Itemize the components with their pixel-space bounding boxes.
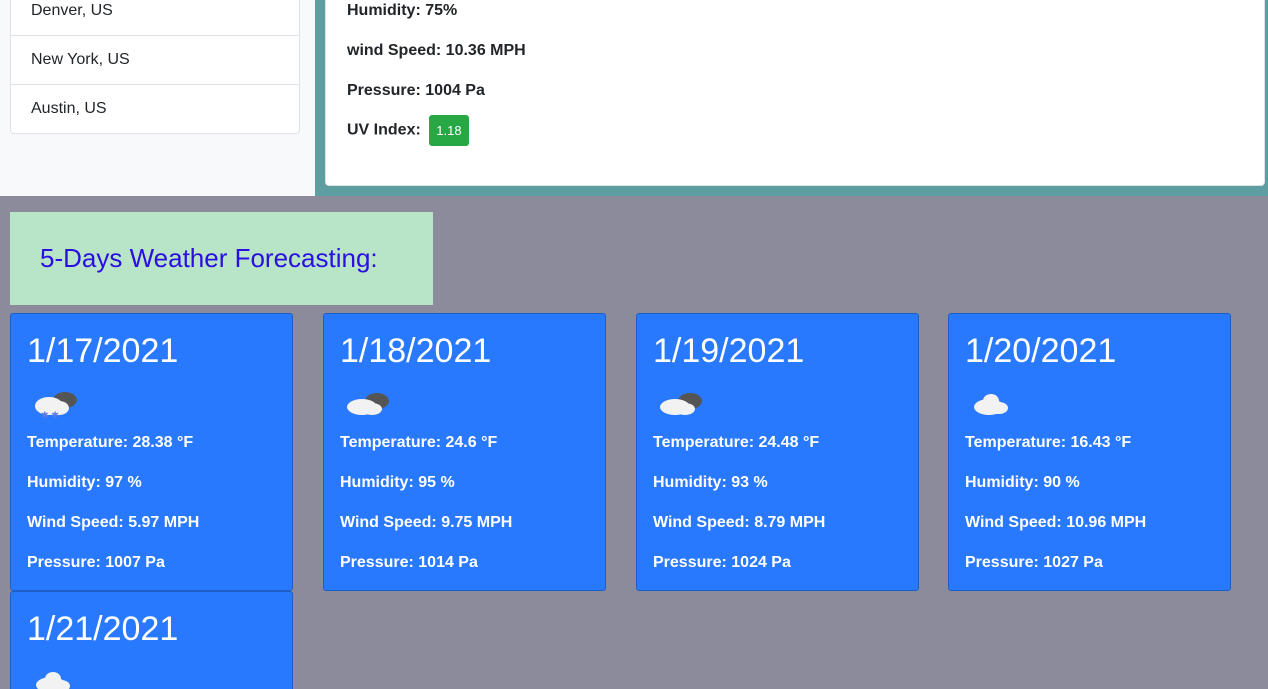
forecast-card: 1/20/2021 Temperature: 16.43 °F Humidity… [948,313,1231,591]
history-item-denver[interactable]: Denver, US [11,0,299,35]
current-weather-section: Humidity: 75% wind Speed: 10.36 MPH Pres… [315,0,1268,196]
cloud-icon [974,394,1008,415]
forecast-wind-speed: Wind Speed: 5.97 MPH [27,514,200,531]
cloud-icon [36,672,70,689]
forecast-heading-box: 5-Days Weather Forecasting: [10,212,433,305]
forecast-card: 1/17/2021 ✱ ✱ Temperature: 28.38 °F Humi… [10,313,293,591]
current-pressure: Pressure: 1004 Pa [347,82,485,99]
uv-index-badge: 1.18 [429,115,469,146]
forecast-date: 1/20/2021 [965,332,1117,370]
forecast-pressure: Pressure: 1027 Pa [965,554,1103,571]
forecast-pressure: Pressure: 1007 Pa [27,554,165,571]
history-item-new-york[interactable]: New York, US [11,35,299,84]
forecast-date: 1/19/2021 [653,332,805,370]
forecast-card: 1/21/2021 [10,591,293,689]
forecast-humidity: Humidity: 90 % [965,474,1080,491]
forecast-temperature: Temperature: 28.38 °F [27,434,194,451]
current-uv-row: UV Index: 1.18 [347,115,469,146]
current-weather-card: Humidity: 75% wind Speed: 10.36 MPH Pres… [325,0,1265,186]
history-item-austin[interactable]: Austin, US [11,84,299,133]
forecast-date: 1/21/2021 [27,610,179,648]
forecast-wind-speed: Wind Speed: 9.75 MPH [340,514,513,531]
current-wind-speed: wind Speed: 10.36 MPH [347,42,526,59]
forecast-humidity: Humidity: 97 % [27,474,142,491]
forecast-temperature: Temperature: 24.48 °F [653,434,820,451]
forecast-wind-speed: Wind Speed: 10.96 MPH [965,514,1147,531]
forecast-humidity: Humidity: 93 % [653,474,768,491]
uv-index-label: UV Index: [347,121,421,139]
broken-clouds-icon [347,393,389,415]
forecast-heading: 5-Days Weather Forecasting: [40,243,378,273]
svg-text:✱ ✱: ✱ ✱ [41,411,59,421]
forecast-wind-speed: Wind Speed: 8.79 MPH [653,514,826,531]
forecast-pressure: Pressure: 1024 Pa [653,554,791,571]
forecast-date: 1/17/2021 [27,332,179,370]
search-history-list: Denver, US New York, US Austin, US [10,0,300,134]
forecast-humidity: Humidity: 95 % [340,474,455,491]
forecast-pressure: Pressure: 1014 Pa [340,554,478,571]
broken-clouds-icon [660,393,702,415]
forecast-temperature: Temperature: 24.6 °F [340,434,498,451]
current-humidity: Humidity: 75% [347,2,458,19]
snow-cloud-icon: ✱ ✱ [35,392,77,421]
forecast-card: 1/18/2021 Temperature: 24.6 °F Humidity:… [323,313,606,591]
forecast-date: 1/18/2021 [340,332,492,370]
forecast-temperature: Temperature: 16.43 °F [965,434,1132,451]
forecast-card: 1/19/2021 Temperature: 24.48 °F Humidity… [636,313,919,591]
